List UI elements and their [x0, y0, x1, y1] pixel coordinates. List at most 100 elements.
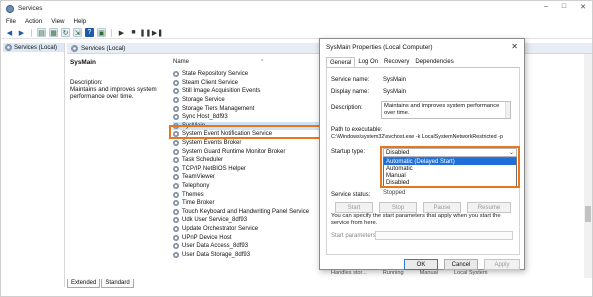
- list-item[interactable]: UPnP Device Host: [173, 233, 333, 242]
- list-item[interactable]: TeamViewer: [173, 173, 333, 182]
- description-label: Description:: [70, 79, 103, 86]
- close-icon[interactable]: ✕: [511, 42, 518, 51]
- cancel-button[interactable]: Cancel: [444, 259, 478, 270]
- gear-icon: [173, 79, 179, 86]
- gear-icon: [173, 114, 179, 121]
- start-button[interactable]: Start: [335, 202, 373, 213]
- list-item[interactable]: Storage Tiers Management: [173, 104, 333, 113]
- service-status-value: Stopped: [383, 190, 406, 196]
- service-name: Steam Client Service: [182, 79, 239, 86]
- properties-icon[interactable]: ▦: [49, 28, 58, 37]
- apply-button[interactable]: Apply: [484, 259, 520, 270]
- list-item[interactable]: Sync Host_8df93: [173, 113, 333, 122]
- dialog-title: SysMain Properties (Local Computer): [326, 43, 433, 51]
- pause-button[interactable]: Pause: [423, 202, 461, 213]
- stop-button[interactable]: Stop: [379, 202, 417, 213]
- gear-icon: [173, 165, 179, 172]
- description-box: Maintains and improves system performanc…: [381, 101, 511, 119]
- minimize-icon[interactable]: –: [544, 3, 548, 11]
- ok-button[interactable]: OK: [404, 259, 438, 270]
- gear-icon: [173, 225, 179, 232]
- list-item[interactable]: Time Broker: [173, 199, 333, 208]
- list-item[interactable]: System Guard Runtime Monitor Broker: [173, 147, 333, 156]
- list-item[interactable]: TCP/IP NetBIOS Helper: [173, 165, 333, 174]
- gear-icon: [173, 140, 179, 147]
- display-name-value: SysMain: [383, 89, 407, 95]
- gear-icon: [173, 157, 179, 164]
- refresh-icon[interactable]: ↻: [61, 28, 70, 37]
- show-hide-icon[interactable]: ▣: [97, 28, 106, 37]
- general-tab-panel: Service name: SysMain Display name: SysM…: [326, 67, 520, 255]
- tab-log-on[interactable]: Log On: [355, 57, 381, 67]
- back-icon[interactable]: ◀: [5, 28, 14, 37]
- export-list-icon[interactable]: ⇲: [73, 28, 82, 37]
- list-item[interactable]: Udk User Service_8df93: [173, 216, 333, 225]
- close-icon[interactable]: ✕: [580, 3, 586, 11]
- description-value: Maintains and improves system performanc…: [384, 103, 500, 116]
- resume-button[interactable]: Resume: [467, 202, 511, 213]
- forward-icon[interactable]: ▶: [17, 28, 26, 37]
- service-name: Time Broker: [182, 200, 215, 207]
- menu-action[interactable]: Action: [25, 18, 42, 25]
- menu-help[interactable]: Help: [74, 18, 87, 25]
- service-status-label: Service status:: [331, 192, 371, 198]
- scrollbar-thumb[interactable]: [585, 206, 591, 222]
- gear-icon: [5, 44, 12, 51]
- status-state: Running: [382, 270, 404, 276]
- tab-general[interactable]: General: [326, 57, 356, 67]
- toolbar-separator-2: [111, 28, 112, 37]
- list-item[interactable]: Storage Service: [173, 96, 333, 105]
- tab-dependencies[interactable]: Dependencies: [412, 57, 456, 67]
- menu-view[interactable]: View: [51, 18, 64, 25]
- start-service-icon[interactable]: ▶: [117, 28, 126, 37]
- gear-icon: [173, 88, 179, 95]
- start-params-label: Start parameters:: [331, 233, 378, 239]
- service-name: System Events Broker: [182, 140, 242, 147]
- start-params-input[interactable]: [375, 231, 513, 240]
- maximize-icon[interactable]: □: [562, 3, 566, 11]
- vertical-scrollbar[interactable]: [584, 54, 592, 278]
- stop-service-icon[interactable]: ■: [129, 28, 138, 37]
- list-item[interactable]: Update Orchestrator Service: [173, 225, 333, 234]
- service-name: Still Image Acquisition Events: [182, 88, 261, 95]
- gear-icon: [173, 208, 179, 215]
- service-name: Themes: [182, 191, 204, 198]
- tab-recovery[interactable]: Recovery: [381, 57, 412, 67]
- description-scrollbar[interactable]: [505, 102, 510, 118]
- selected-row-status: Handles stor... Running Manual Local Sys…: [331, 270, 488, 276]
- list-item[interactable]: Task Scheduler: [173, 156, 333, 165]
- tree-item-label: Services (Local): [14, 44, 58, 51]
- tab-standard[interactable]: Standard: [101, 279, 134, 288]
- console-tree-icon[interactable]: ▤: [37, 28, 46, 37]
- console-tree: Services (Local): [3, 43, 65, 287]
- list-item[interactable]: Telephony: [173, 182, 333, 191]
- list-item[interactable]: System Events Broker: [173, 139, 333, 148]
- pause-service-icon[interactable]: ❚❚: [140, 28, 152, 37]
- service-name: User Data Access_8df93: [182, 243, 249, 250]
- help-icon[interactable]: ?: [85, 28, 94, 37]
- display-name-label: Display name:: [331, 89, 370, 95]
- service-name: Update Orchestrator Service: [182, 225, 259, 232]
- list-item[interactable]: Themes: [173, 190, 333, 199]
- list-item[interactable]: User Data Access_8df93: [173, 242, 333, 251]
- list-item[interactable]: Steam Client Service: [173, 79, 333, 88]
- menu-bar: File Action View Help: [1, 16, 592, 26]
- list-item[interactable]: Touch Keyboard and Handwriting Panel Ser…: [173, 208, 333, 217]
- list-item[interactable]: Still Image Acquisition Events: [173, 87, 333, 96]
- list-item[interactable]: State Repository Service: [173, 70, 333, 79]
- service-name: Udk User Service_8df93: [182, 217, 248, 224]
- list-item[interactable]: User Data Storage_8df93: [173, 250, 333, 259]
- dialog-tabs: General Log On Recovery Dependencies: [326, 57, 457, 67]
- path-value: C:\Windows\system32\svchost.exe -k Local…: [331, 134, 503, 140]
- menu-file[interactable]: File: [6, 18, 16, 25]
- gear-icon: [173, 71, 179, 78]
- column-headers: Name ^: [173, 59, 263, 67]
- toolbar-separator: [31, 28, 32, 37]
- gear-icon: [173, 243, 179, 250]
- tab-extended[interactable]: Extended: [67, 279, 101, 288]
- column-name[interactable]: Name: [173, 59, 189, 67]
- gear-icon: [173, 97, 179, 104]
- gear-icon: [173, 217, 179, 224]
- restart-service-icon[interactable]: ▶❚: [152, 28, 163, 37]
- tree-item-services-local[interactable]: Services (Local): [3, 43, 64, 52]
